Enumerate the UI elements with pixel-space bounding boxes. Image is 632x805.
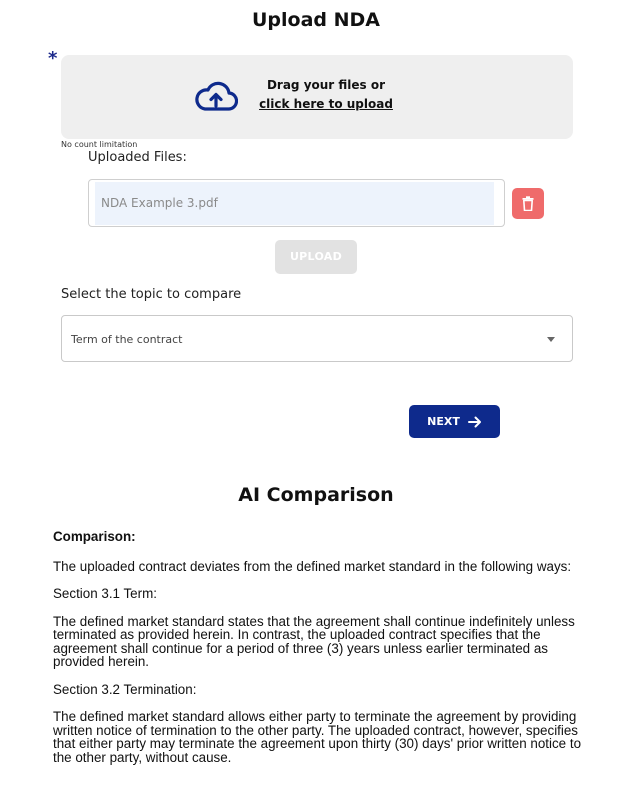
dropzone-instruction: Drag your files or (266, 78, 386, 92)
delete-file-button[interactable] (512, 188, 544, 219)
uploaded-file-name: NDA Example 3.pdf (95, 182, 494, 225)
comparison-result: Comparison: The uploaded contract deviat… (53, 530, 593, 778)
uploaded-file-field: NDA Example 3.pdf (88, 179, 505, 227)
comparison-heading: Comparison: (53, 529, 136, 544)
term-comparison-text: The defined market standard states that … (53, 613, 575, 669)
cloud-upload-icon (195, 81, 238, 111)
required-marker: * (48, 48, 58, 69)
trash-icon (522, 196, 534, 211)
termination-comparison-text: The defined market standard allows eithe… (53, 709, 582, 765)
next-button[interactable]: NEXT (409, 405, 500, 438)
count-limitation-note: No count limitation (61, 140, 138, 149)
section-heading-termination: Section 3.2 Termination: (53, 681, 197, 697)
topic-select[interactable]: Term of the contract (61, 315, 573, 362)
next-button-label: NEXT (427, 415, 460, 428)
arrow-right-icon (467, 416, 481, 427)
upload-button[interactable]: UPLOAD (275, 240, 357, 274)
page-title: Upload NDA (251, 9, 380, 31)
uploaded-files-label: Uploaded Files: (88, 150, 187, 165)
section-heading-term: Section 3.1 Term: (53, 586, 157, 601)
comparison-intro: The uploaded contract deviates from the … (53, 558, 572, 574)
click-to-upload-link[interactable]: click here to upload (246, 97, 406, 111)
caret-down-icon (547, 337, 555, 342)
file-dropzone[interactable]: Drag your files or click here to upload (61, 55, 573, 139)
topic-select-label: Select the topic to compare (61, 287, 242, 302)
ai-comparison-title: AI Comparison (238, 484, 394, 506)
topic-selected-value: Term of the contract (71, 333, 183, 346)
